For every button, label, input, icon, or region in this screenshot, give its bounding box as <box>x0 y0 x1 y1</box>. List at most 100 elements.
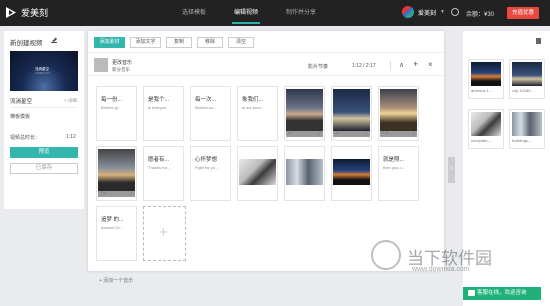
clip-text: 追梦 的... <box>101 217 124 223</box>
film-rhythm-button[interactable]: 影片节奏 <box>308 63 328 70</box>
music-name: 新分音乐 <box>112 67 130 72</box>
text-icon[interactable]: T <box>319 131 321 136</box>
asset-label: city-10185... <box>512 88 534 93</box>
text-icon[interactable]: T <box>366 131 368 136</box>
clip-text: 就是照... <box>383 157 405 163</box>
clip-text: 心怀梦想 <box>195 157 218 163</box>
asset-label: buildings-... <box>512 138 533 143</box>
clip-duration: 3.5s <box>100 191 107 195</box>
clear-button[interactable]: 清空 <box>228 37 254 48</box>
watermark-logo <box>371 240 401 270</box>
music-row: 更改音乐 新分音乐 影片节奏 1:12 / 2:17 ∧ + × <box>88 56 444 76</box>
clip-card[interactable]: 象我们... is our purs... <box>237 86 278 141</box>
clip-subtext: Behind su... <box>195 105 217 110</box>
clip-duration: 3.4s <box>382 131 389 135</box>
detail-link[interactable]: > 详细 <box>64 98 77 104</box>
clip-card[interactable] <box>331 146 372 201</box>
clip-subtext: then you c... <box>383 165 405 170</box>
app-name: 爱美刻 <box>21 8 49 18</box>
asset-item[interactable]: computer-... <box>468 109 504 149</box>
divider <box>10 107 78 108</box>
add-text-button[interactable]: 添加文字 <box>130 37 161 48</box>
add-music-link[interactable]: + 添加一个音乐 <box>99 277 133 284</box>
chat-icon <box>468 290 475 296</box>
asset-item[interactable]: buildings-... <box>509 109 545 149</box>
clip-card[interactable] <box>284 146 325 201</box>
clip-duration: 4s <box>288 131 292 135</box>
clip-subtext: Behind gl... <box>101 105 122 110</box>
asset-item[interactable]: city-10185... <box>509 59 545 99</box>
text-icon[interactable]: T <box>131 191 133 196</box>
time-readout: 1:12 / 2:17 <box>352 63 376 69</box>
thumbnail-subtitle: STARRY SKY <box>35 72 51 75</box>
watermark-url: www.downxia.com <box>412 266 470 273</box>
clip-text: 是我个... <box>148 97 170 103</box>
clip-card[interactable] <box>237 146 278 201</box>
editor-toolbar: 添加素材 添加文字 复制 移除 清空 <box>88 31 444 53</box>
tab-make-share[interactable]: 制作并分享 <box>272 0 330 26</box>
project-title: 新创建视频 <box>10 40 43 47</box>
clip-card[interactable]: 4s T <box>284 86 325 141</box>
trash-icon[interactable] <box>536 38 541 44</box>
music-thumbnail[interactable] <box>94 58 108 72</box>
tab-select-template[interactable]: 选择模板 <box>168 0 220 26</box>
copy-button[interactable]: 复制 <box>166 37 192 48</box>
user-menu[interactable]: 爱美刻 ▼ <box>402 6 445 18</box>
add-clip-button[interactable]: + <box>143 206 186 261</box>
clip-card[interactable]: 追梦 的... Annual Ce... <box>96 206 137 261</box>
editor-panel: 添加素材 添加文字 复制 移除 清空 更改音乐 新分音乐 影片节奏 1:12 /… <box>88 31 444 271</box>
app-logo[interactable]: 爱美刻 <box>5 6 48 19</box>
preview-button[interactable]: 预览 <box>10 147 78 158</box>
customer-service-button[interactable]: 客服在线，欢迎咨询 <box>463 287 541 300</box>
avatar <box>402 6 414 18</box>
pencil-icon[interactable] <box>51 37 57 43</box>
clip-card[interactable]: 3.5s T <box>96 146 137 201</box>
duration-label: 视频总时长： <box>10 135 41 141</box>
template-thumbnail[interactable]: 流淌星空 STARRY SKY <box>10 51 78 91</box>
balance: 余额：¥30 <box>466 12 495 18</box>
clip-image <box>286 89 323 131</box>
chevron-up-icon[interactable]: ∧ <box>399 61 404 69</box>
clip-image <box>98 149 135 191</box>
close-icon[interactable]: × <box>428 60 433 69</box>
customer-service-label: 客服在线，欢迎咨询 <box>477 290 527 296</box>
clip-subtext: is our purs... <box>242 105 265 110</box>
message-icon[interactable] <box>451 8 459 16</box>
clip-image <box>333 89 370 131</box>
clip-card[interactable]: 3.4s T <box>378 86 419 141</box>
clip-card[interactable]: 是我个... is everyon... <box>143 86 184 141</box>
panel-toggle-handle[interactable] <box>448 157 455 183</box>
template-mode: 横板模板 <box>10 114 31 120</box>
clip-text: 每一份... <box>101 97 123 103</box>
divider <box>390 61 391 71</box>
tab-edit-video[interactable]: 编辑视频 <box>220 0 272 26</box>
clip-card[interactable]: 每一份... Behind gl... <box>96 86 137 141</box>
saved-button[interactable]: 已保存 <box>10 163 78 174</box>
clip-card[interactable]: 愿者有... Thanks for... <box>143 146 184 201</box>
recharge-button[interactable]: 充值优惠 <box>507 7 539 19</box>
plus-icon[interactable]: + <box>413 59 418 69</box>
change-music-link[interactable]: 更改音乐 <box>112 59 132 66</box>
step-tabs: 选择模板 编辑视频 制作并分享 <box>168 0 330 26</box>
clip-card[interactable]: 每一次... Behind su... <box>190 86 231 141</box>
clip-card[interactable]: 心怀梦想 Fight for yo... <box>190 146 231 201</box>
add-material-button[interactable]: 添加素材 <box>94 37 125 48</box>
remove-button[interactable]: 移除 <box>197 37 223 48</box>
asset-thumbnail <box>471 62 501 86</box>
chevron-down-icon: ▼ <box>440 9 445 15</box>
asset-item[interactable]: america-1... <box>468 59 504 99</box>
clip-subtext: Fight for yo... <box>195 165 219 170</box>
clip-image <box>333 159 370 185</box>
duration-value: 1:12 <box>66 134 76 140</box>
clip-card[interactable]: 4s T <box>331 86 372 141</box>
clip-duration: 4s <box>335 131 339 135</box>
text-icon[interactable]: T <box>413 131 415 136</box>
asset-thumbnail <box>512 62 542 86</box>
clip-subtext: Annual Ce... <box>101 225 124 230</box>
clip-text: 象我们... <box>242 97 264 103</box>
clip-image <box>286 159 323 185</box>
template-name: 流淌星空 <box>10 99 33 105</box>
top-bar: 爱美刻 选择模板 编辑视频 制作并分享 爱美刻 ▼ 余额：¥30 充值优惠 <box>0 0 550 26</box>
clip-image <box>380 89 417 131</box>
clip-card[interactable]: 就是照... then you c... <box>378 146 419 201</box>
